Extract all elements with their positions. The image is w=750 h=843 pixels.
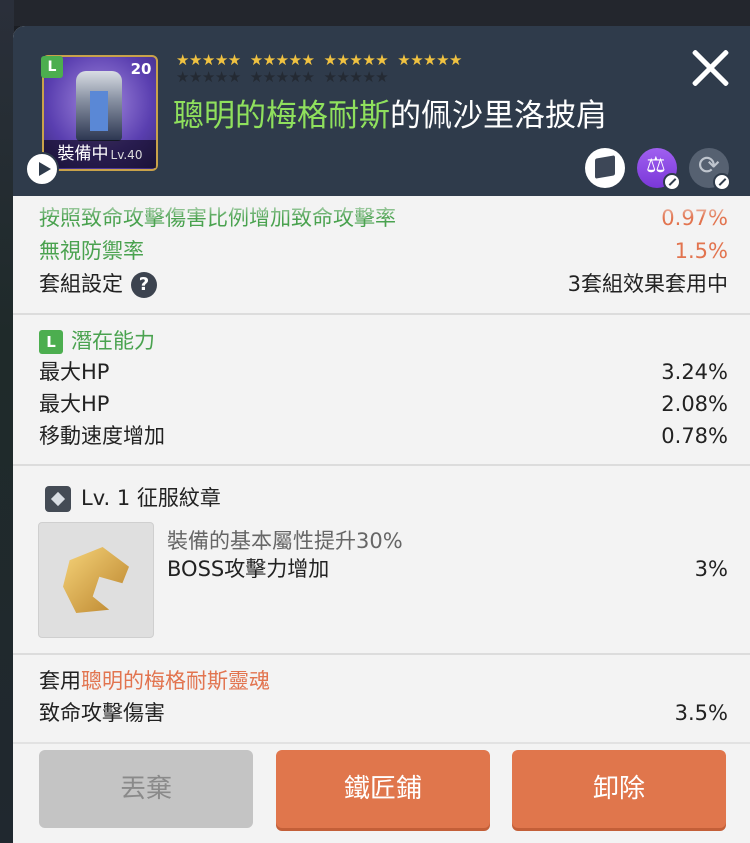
unequip-button[interactable]: 卸除 [512,750,726,828]
stat-label: BOSS攻擊力增加 [167,557,330,581]
star-level-badge: 20 [130,60,152,78]
item-title-highlight: 聰明的梅格耐斯 [173,98,390,134]
star-group: ★★★★★ [323,51,389,69]
emblem-title: Lv. 1 征服紋章 [81,486,221,510]
item-stats-scroll[interactable]: 按照致命攻擊傷害比例增加致命攻擊率 0.97% 無視防禦率 1.5% 套組設定?… [13,196,750,742]
set-label: 套組設定 [39,272,123,296]
potential-row: 最大HP 3.24% [39,356,728,388]
star-group: ★★★★★ [397,51,462,69]
scroll-fade [13,196,750,218]
potential-title: 潛在能力 [71,329,155,353]
stat-value: 1.5% [674,239,728,263]
soul-prefix: 套用 [39,669,81,693]
potential-grade-badge: L [39,330,63,354]
star-group: ★★★★★ [249,51,315,69]
disabled-icon [713,173,731,191]
discard-button[interactable]: 丟棄 [39,750,253,828]
item-title: 聰明的梅格耐斯的佩沙里洛披肩 [173,90,607,135]
item-image [76,71,122,141]
emblem-image [38,522,154,638]
equipped-text: 裝備中 [57,144,109,164]
soul-name: 聰明的梅格耐斯靈魂 [81,669,270,693]
star-group: ★★★★★ [176,68,241,86]
emblem-header: Lv. 1 征服紋章 [45,482,734,514]
soul-header: 套用聰明的梅格耐斯靈魂 [39,665,728,697]
conquest-emblem-icon [63,547,129,613]
item-detail-panel: L 20 裝備中 Lv.40 ★★★★★ ★★★★★ ★★★★★ ★★★★★ ★★★★★… [13,26,750,843]
item-header: L 20 裝備中 Lv.40 ★★★★★ ★★★★★ ★★★★★ ★★★★★ ★★★★★… [13,26,750,196]
stat-value: 0.78% [661,424,728,448]
stat-value: 3.5% [674,701,728,725]
set-value: 3套組效果套用中 [567,272,728,296]
star-group: ★★★★★ [323,68,389,86]
star-group: ★★★★★ [176,51,241,69]
potential-row: 移動速度增加 0.78% [39,420,728,452]
divider [13,653,750,655]
equipped-label: 裝備中 Lv.40 [44,140,156,168]
action-footer: 丟棄 鐵匠鋪 卸除 [13,742,750,843]
potential-row: 最大HP 2.08% [39,388,728,420]
play-icon[interactable] [25,152,59,186]
divider [13,464,750,466]
stat-label: 最大HP [39,360,110,384]
emblem-stat-row: BOSS攻擊力增加 3% [167,553,728,585]
stat-label: 最大HP [39,392,110,416]
emblem-icon [45,486,71,512]
share-box-icon[interactable] [585,148,625,188]
stat-label: 致命攻擊傷害 [39,701,165,725]
stat-row-ignore-def: 無視防禦率 1.5% [39,235,728,267]
background-left-edge [0,0,14,843]
stat-value: 2.08% [661,392,728,416]
close-icon[interactable] [689,46,733,90]
star-group: ★★★★★ [249,68,315,86]
star-row-empty: ★★★★★ ★★★★★ ★★★★★ [176,69,471,86]
potential-header: L 潛在能力 [39,325,728,357]
star-force-rows: ★★★★★ ★★★★★ ★★★★★ ★★★★★ ★★★★★ ★★★★★ ★★★★★ [176,52,471,86]
emblem-description: 裝備的基本屬性提升30% [167,529,403,553]
disabled-icon [663,173,681,191]
stat-label: 移動速度增加 [39,424,165,448]
stat-label: 無視防禦率 [39,239,144,263]
item-title-rest: 的佩沙里洛披肩 [390,98,607,134]
stat-value: 3% [694,557,728,581]
soul-stat-row: 致命攻擊傷害 3.5% [39,697,728,729]
star-row-filled: ★★★★★ ★★★★★ ★★★★★ ★★★★★ [176,52,471,69]
equipped-level: Lv.40 [110,148,143,162]
set-setting-row: 套組設定? 3套組效果套用中 [39,268,728,300]
stat-value: 3.24% [661,360,728,384]
grade-badge: L [41,56,63,78]
blacksmith-button[interactable]: 鐵匠鋪 [276,750,490,828]
divider [13,313,750,315]
help-icon[interactable]: ? [131,272,157,298]
background-top [0,0,750,26]
